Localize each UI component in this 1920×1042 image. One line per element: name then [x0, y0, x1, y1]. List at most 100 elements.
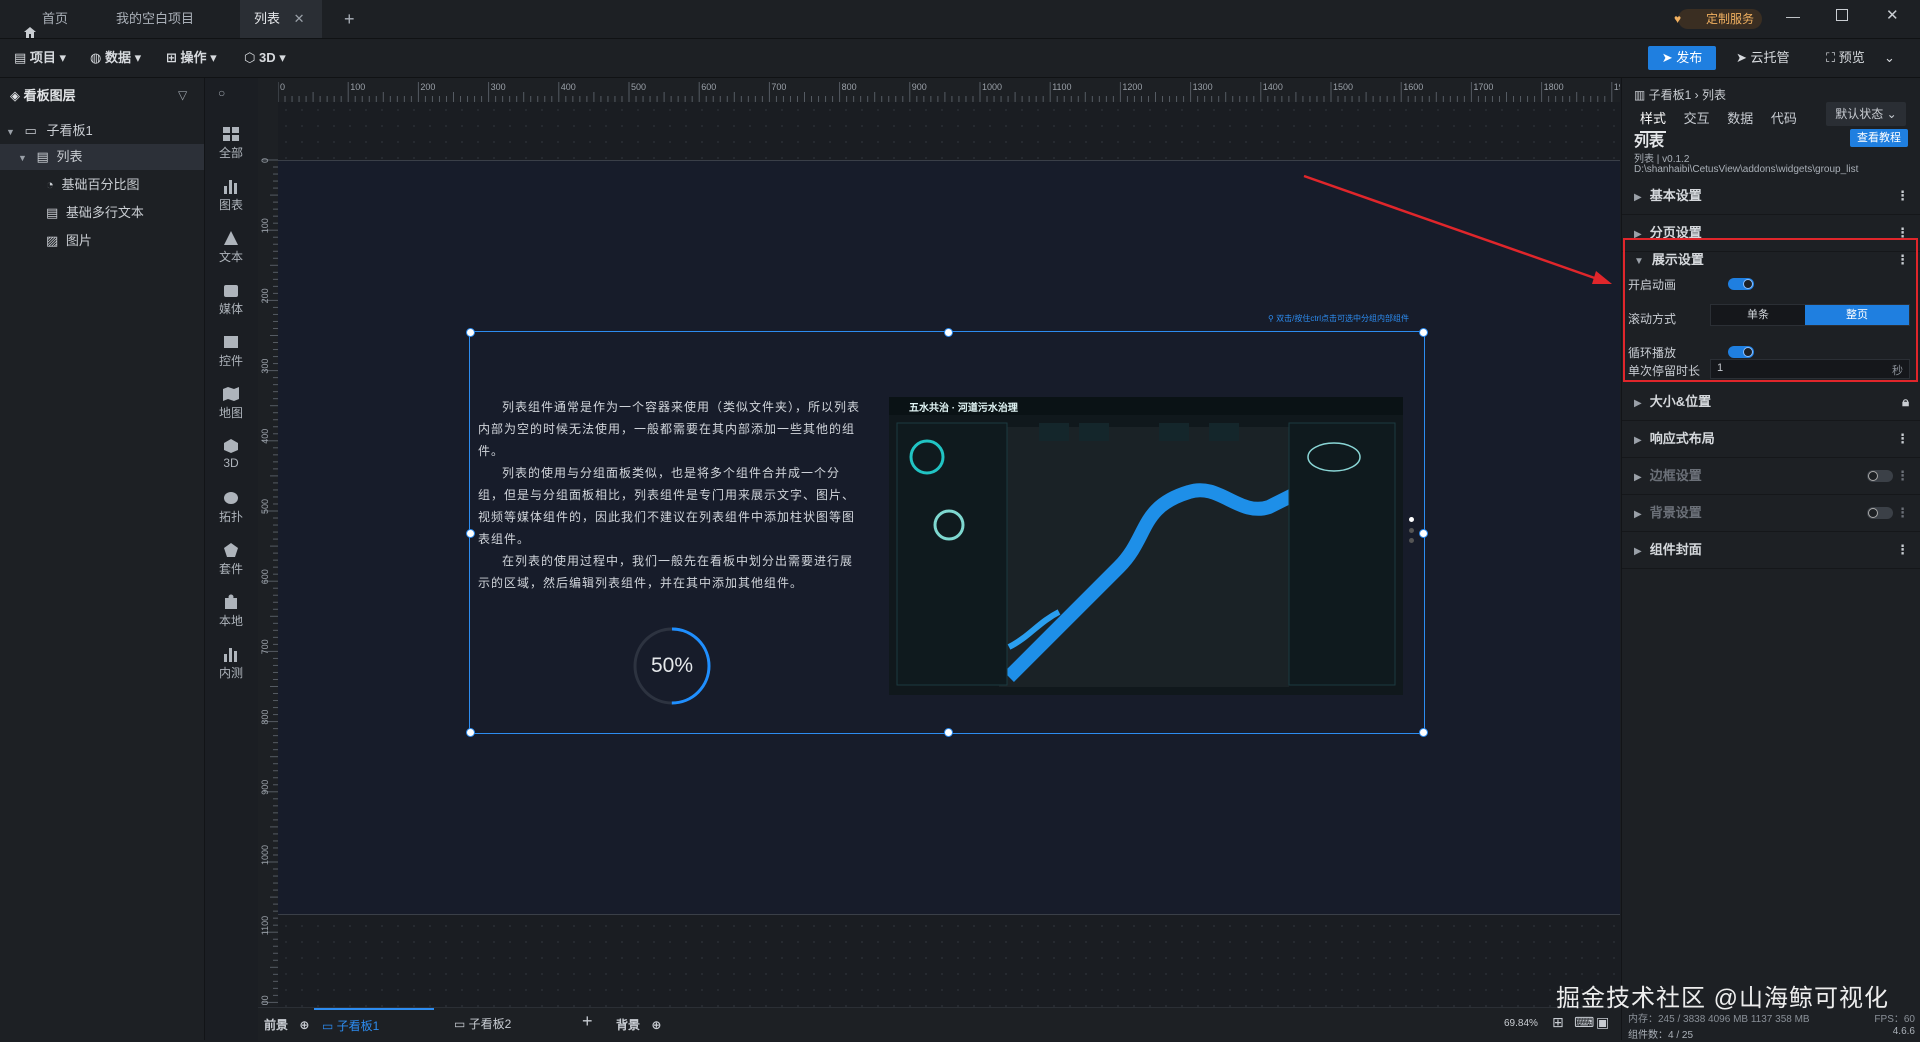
filter-icon[interactable]: ▽ [178, 88, 187, 102]
board-tab-2[interactable]: ▭ 子看板2 [454, 1008, 511, 1040]
dwell-unit: 秒 [1892, 365, 1903, 377]
close-window-icon[interactable]: ✕ [1886, 6, 1899, 24]
more-icon[interactable]: ⋮ [1896, 242, 1909, 278]
tab-home[interactable]: 首页 [10, 0, 100, 38]
terminal-icon[interactable]: ▣ [1596, 1014, 1609, 1031]
board-tab-1[interactable]: ▭ 子看板1 [314, 1008, 434, 1040]
page-dot-active[interactable] [1409, 517, 1414, 522]
scroll-option-single[interactable]: 单条 [1711, 305, 1805, 325]
section-size[interactable]: ▶ 大小&位置 🔒︎ [1622, 384, 1920, 421]
add-circle-icon[interactable]: ⊕ [299, 1018, 309, 1032]
tab-list[interactable]: 列表 ✕ [240, 0, 322, 38]
new-tab-plus-icon[interactable]: + [330, 0, 366, 38]
section-background[interactable]: ▶ 背景设置 ⋮ [1622, 495, 1920, 532]
section-label: 基本设置 [1649, 188, 1702, 203]
send-icon: ➤ [1661, 50, 1677, 65]
close-icon[interactable]: ✕ [294, 11, 305, 26]
resize-handle[interactable] [1419, 728, 1428, 737]
caret-down-icon[interactable]: ▼ [18, 153, 27, 163]
tab-project[interactable]: 我的空白项目 [102, 0, 218, 62]
state-select[interactable]: 默认状态 ⌄ [1826, 102, 1906, 126]
border-toggle[interactable] [1867, 470, 1893, 482]
category-kit[interactable]: 套件 [205, 542, 257, 577]
background-toggle[interactable] [1867, 507, 1893, 519]
tab-data[interactable]: 数据 [1727, 111, 1753, 126]
category-chart[interactable]: 图表 [205, 178, 257, 213]
section-display[interactable]: ▼ 展示设置 ⋮ [1622, 242, 1920, 278]
more-icon[interactable]: ⋮ [1896, 458, 1909, 494]
ruler-label: 1800 [1544, 82, 1564, 92]
resize-handle[interactable] [944, 728, 953, 737]
layer-item-image[interactable]: ▨ 图片 [0, 228, 204, 254]
category-control[interactable]: 控件 [205, 334, 257, 369]
section-border[interactable]: ▶ 边框设置 ⋮ [1622, 458, 1920, 495]
ruler-label: 00 [260, 995, 270, 1005]
section-responsive[interactable]: ▶ 响应式布局 ⋮ [1622, 421, 1920, 458]
tab-code[interactable]: 代码 [1771, 111, 1797, 126]
custom-service-button[interactable]: ♥ 定制服务 [1674, 9, 1762, 29]
keyboard-icon[interactable]: ⌨ [1574, 1014, 1594, 1031]
more-icon[interactable]: ⋮ [1896, 532, 1909, 568]
restore-icon[interactable] [1836, 9, 1848, 21]
category-beta[interactable]: 内测 [205, 646, 257, 681]
front-layer[interactable]: 前景 ⊕ [264, 1016, 309, 1033]
layer-item-list[interactable]: ▼ ▤ 列表 [0, 144, 204, 170]
caret-down-icon[interactable]: ▼ [6, 127, 15, 137]
search-icon[interactable]: ○ [218, 86, 225, 100]
resize-handle[interactable] [466, 529, 475, 538]
resize-handle[interactable] [1419, 529, 1428, 538]
resize-handle[interactable] [1419, 328, 1428, 337]
more-icon[interactable]: ⋮ [1896, 421, 1909, 457]
tutorial-button[interactable]: 查看教程 [1850, 129, 1908, 147]
category-media[interactable]: 媒体 [205, 282, 257, 317]
page-dot[interactable] [1409, 528, 1414, 533]
category-text[interactable]: 文本 [205, 230, 257, 265]
ruler-label: 200 [260, 288, 270, 303]
section-label: 背景设置 [1649, 505, 1702, 520]
resize-handle[interactable] [466, 328, 475, 337]
category-all[interactable]: 全部 [205, 126, 257, 161]
category-map[interactable]: 地图 [205, 386, 257, 421]
loop-toggle[interactable] [1728, 346, 1754, 358]
tab-interaction[interactable]: 交互 [1684, 111, 1710, 126]
ruler-label: 0 [280, 82, 285, 92]
layer-item-text[interactable]: ▤ 基础多行文本 [0, 200, 204, 226]
more-icon[interactable]: ⋮ [1896, 495, 1909, 531]
menu-3d[interactable]: ⬡ 3D ▾ [244, 39, 286, 77]
more-icon[interactable]: ⋮ [1896, 178, 1909, 214]
category-3d[interactable]: 3D [205, 438, 257, 470]
lock-icon[interactable]: 🔒︎ [1902, 384, 1909, 420]
layer-label: 列表 [56, 149, 83, 164]
category-topology[interactable]: 拓扑 [205, 490, 257, 525]
menu-data[interactable]: ◍ 数据 ▾ [90, 39, 141, 77]
preview-button[interactable]: ⛶ 预览 [1826, 39, 1865, 77]
layer-item-percent[interactable]: ◔ 基础百分比图 [0, 172, 204, 198]
dwell-input[interactable]: 1 秒 [1710, 359, 1910, 379]
ruler-label: 800 [260, 710, 270, 725]
minimize-icon[interactable]: — [1786, 8, 1800, 24]
publish-button[interactable]: ➤ 发布 [1648, 46, 1716, 70]
category-local[interactable]: 本地 [205, 594, 257, 629]
section-label: 展示设置 [1651, 252, 1704, 267]
selection-box[interactable] [466, 328, 1428, 737]
section-basic[interactable]: ▶ 基本设置 ⋮ [1622, 178, 1920, 215]
scroll-option-page[interactable]: 整页 [1805, 305, 1909, 325]
animation-toggle[interactable] [1728, 278, 1754, 290]
zoom-level[interactable]: 69.84% [1504, 1018, 1538, 1029]
layer-label: 子看板1 [46, 123, 93, 138]
layer-item-board[interactable]: ▼ ▭ 子看板1 [0, 118, 204, 144]
resize-handle[interactable] [944, 328, 953, 337]
ruler-label: 600 [260, 569, 270, 584]
fit-screen-icon[interactable]: ⊞ [1552, 1014, 1564, 1031]
add-board-plus-icon[interactable]: + [582, 1011, 593, 1032]
section-cover[interactable]: ▶ 组件封面 ⋮ [1622, 532, 1920, 569]
resize-handle[interactable] [466, 728, 475, 737]
menu-operate[interactable]: ⊞ 操作 ▾ [166, 39, 217, 77]
cloud-host-button[interactable]: ➤ 云托管 [1736, 39, 1790, 77]
ruler-label: 700 [260, 639, 270, 654]
back-layer[interactable]: 背景 ⊕ [616, 1016, 661, 1033]
menu-project[interactable]: ▤ 项目 ▾ [14, 39, 66, 77]
preview-dropdown-chevron-down-icon[interactable]: ⌄ [1884, 39, 1895, 77]
page-dot[interactable] [1409, 538, 1414, 543]
add-circle-icon[interactable]: ⊕ [651, 1018, 661, 1032]
